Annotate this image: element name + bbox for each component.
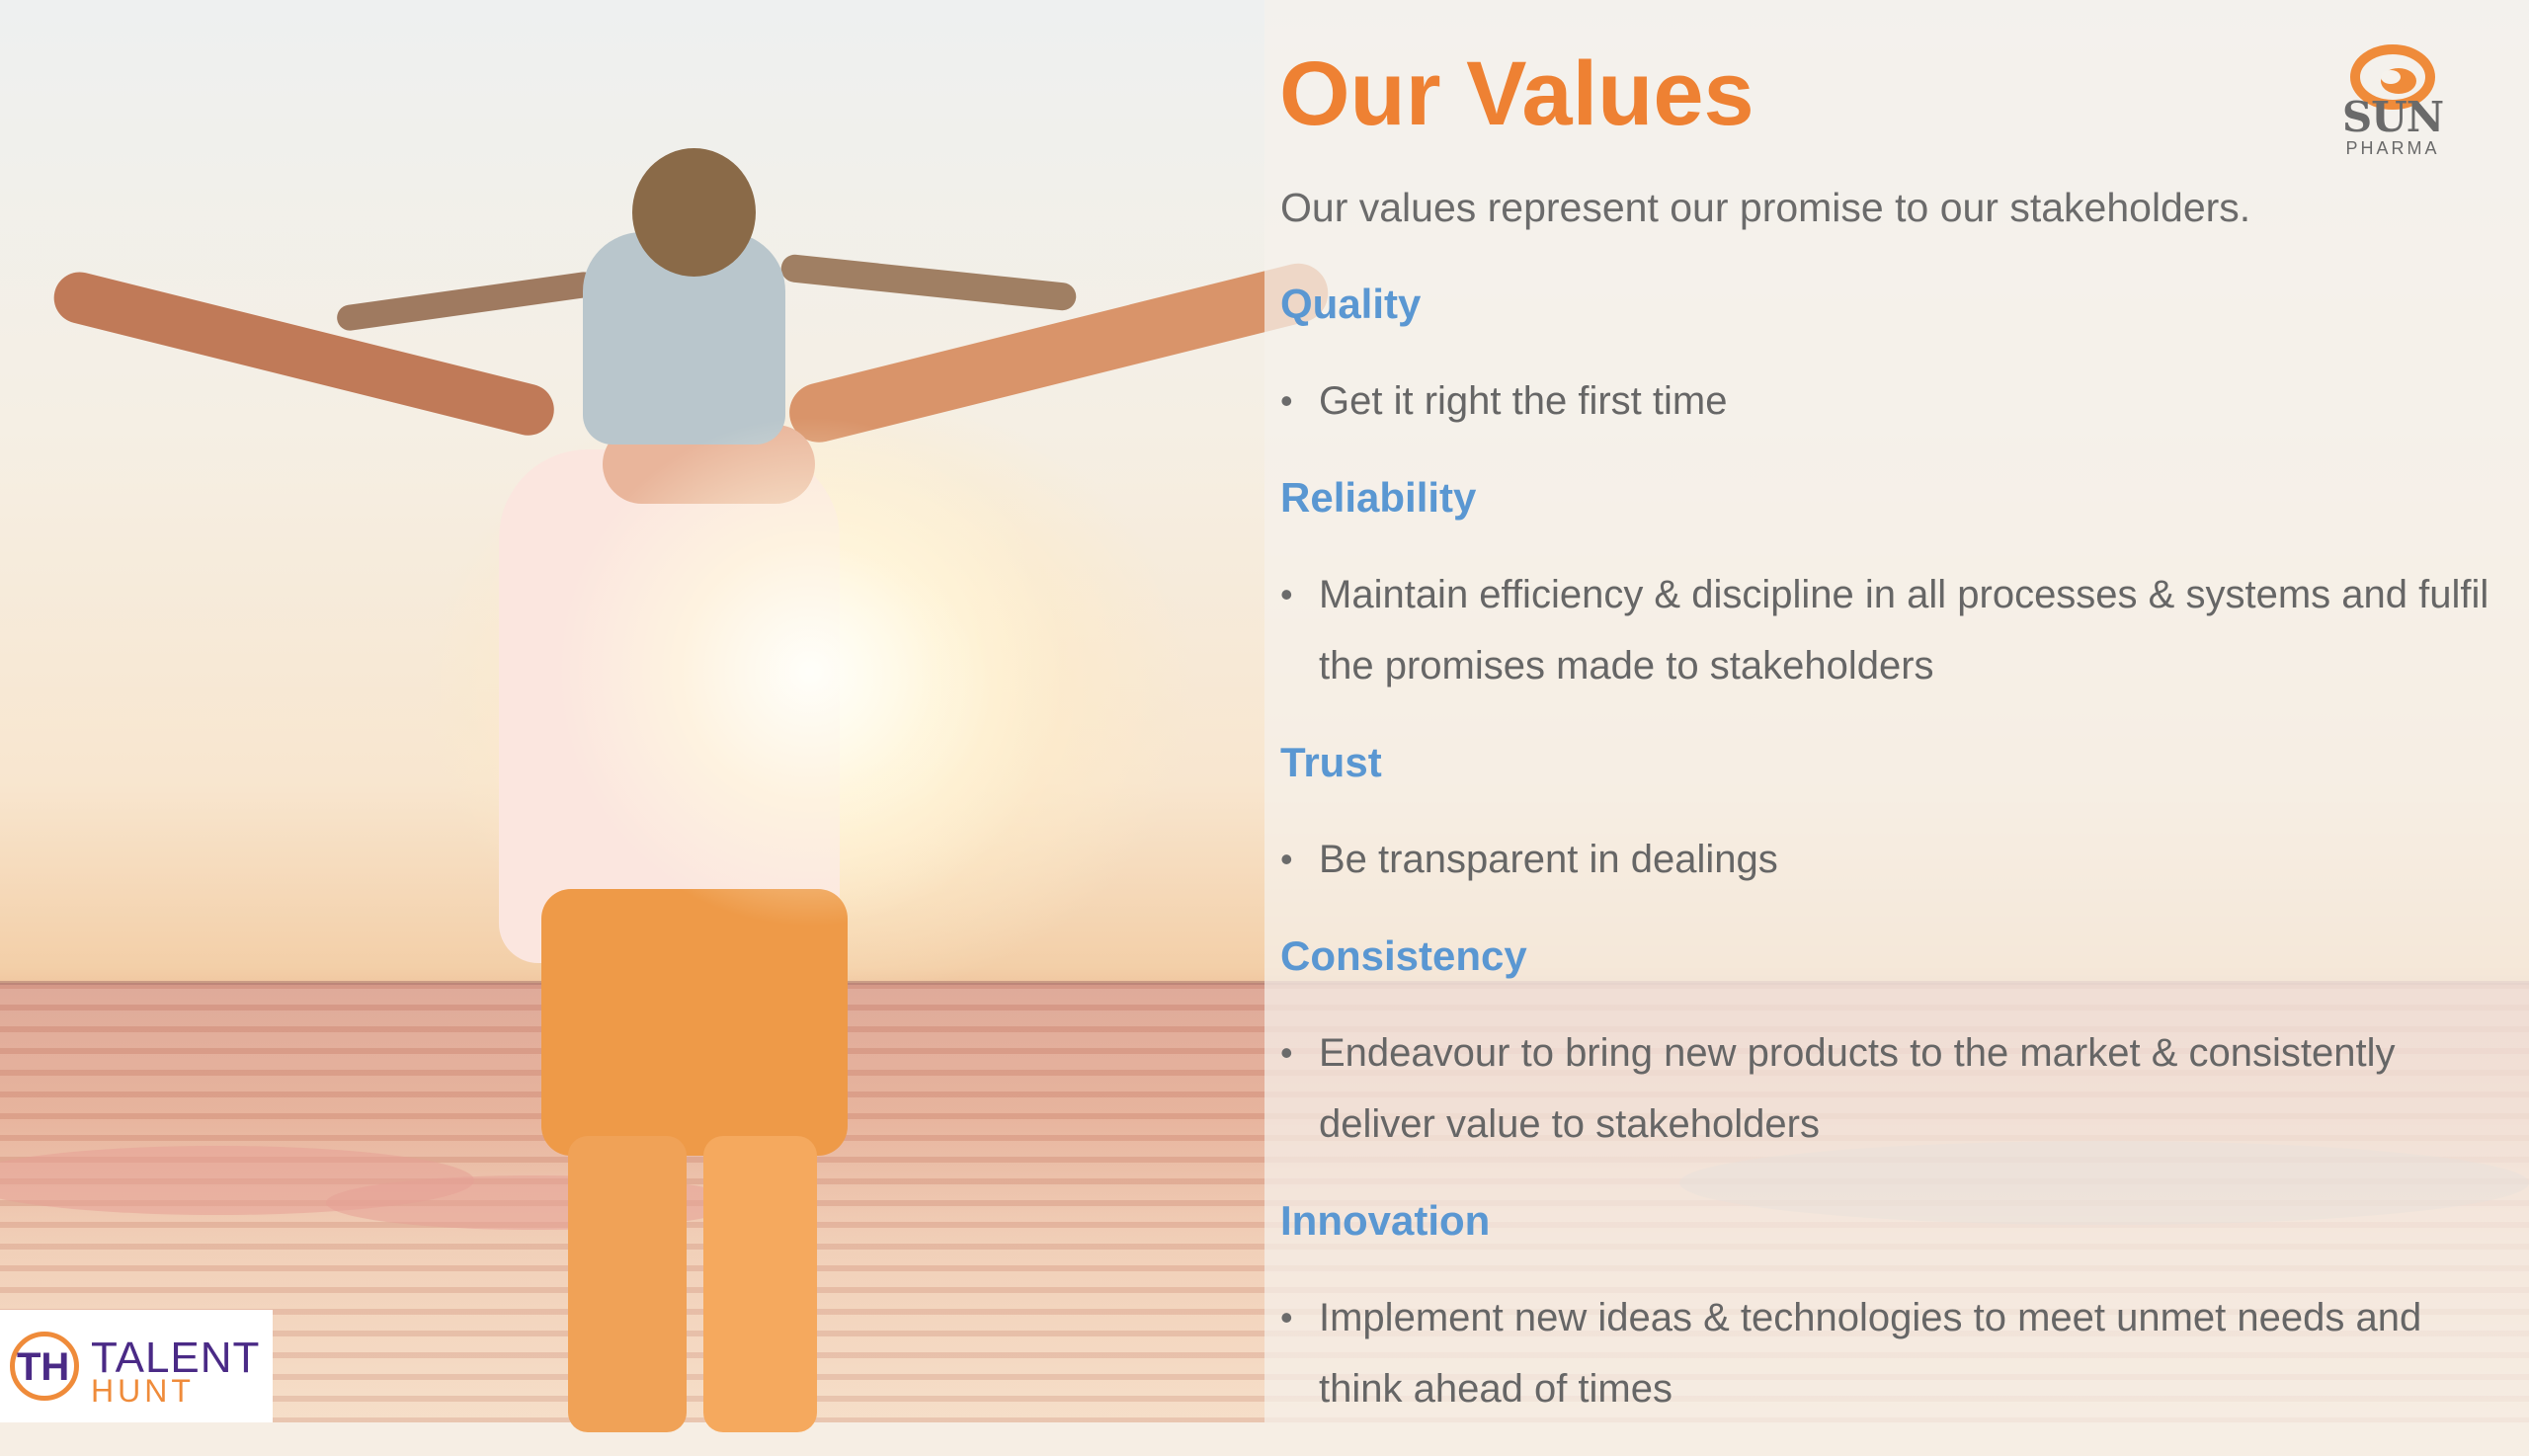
bullet-icon: • — [1280, 1297, 1293, 1337]
value-heading: Innovation — [1280, 1197, 1491, 1244]
value-bullet: • Endeavour to bring new products to the… — [1280, 1017, 2505, 1160]
talent-hunt-logo: TH TALENT HUNT — [0, 1310, 273, 1422]
value-bullet: • Maintain efficiency & discipline in al… — [1280, 559, 2505, 701]
value-bullet: • Get it right the first time — [1280, 365, 2505, 437]
value-heading: Quality — [1280, 281, 1422, 327]
value-bullet: • Be transparent in dealings — [1280, 824, 2505, 895]
man-right-leg — [703, 1136, 817, 1432]
value-quality: Quality • Get it right the first time — [1280, 275, 2505, 437]
value-heading: Reliability — [1280, 474, 1477, 521]
value-consistency: Consistency • Endeavour to bring new pro… — [1280, 927, 2505, 1160]
bullet-icon: • — [1280, 380, 1293, 421]
value-description: Endeavour to bring new products to the m… — [1319, 1031, 2396, 1146]
page-title: Our Values — [1279, 43, 1754, 144]
value-description: Be transparent in dealings — [1319, 838, 1778, 881]
value-description: Get it right the first time — [1319, 379, 1728, 423]
bullet-icon: • — [1280, 574, 1293, 614]
value-reliability: Reliability • Maintain efficiency & disc… — [1280, 468, 2505, 701]
sun-glow — [553, 415, 1067, 929]
value-innovation: Innovation • Implement new ideas & techn… — [1280, 1191, 2505, 1424]
child-head — [632, 148, 756, 277]
value-heading: Trust — [1280, 739, 1382, 785]
bullet-icon: • — [1280, 839, 1293, 879]
talent-hunt-word-hunt: HUNT — [91, 1373, 195, 1409]
man-shorts — [541, 889, 848, 1156]
bullet-icon: • — [1280, 1032, 1293, 1073]
brand-logo-name: SUN — [2341, 93, 2444, 141]
value-trust: Trust • Be transparent in dealings — [1280, 733, 2505, 895]
values-list: Quality • Get it right the first time Re… — [1280, 267, 2505, 1456]
value-bullet: • Implement new ideas & technologies to … — [1280, 1282, 2505, 1424]
talent-hunt-monogram: TH — [17, 1345, 70, 1389]
value-description: Maintain efficiency & discipline in all … — [1319, 573, 2489, 688]
brand-logo-tagline: PHARMA — [2345, 138, 2440, 158]
value-description: Implement new ideas & technologies to me… — [1319, 1296, 2422, 1411]
value-heading: Consistency — [1280, 932, 1527, 979]
man-left-leg — [568, 1136, 687, 1432]
page-subtitle: Our values represent our promise to our … — [1280, 185, 2251, 230]
